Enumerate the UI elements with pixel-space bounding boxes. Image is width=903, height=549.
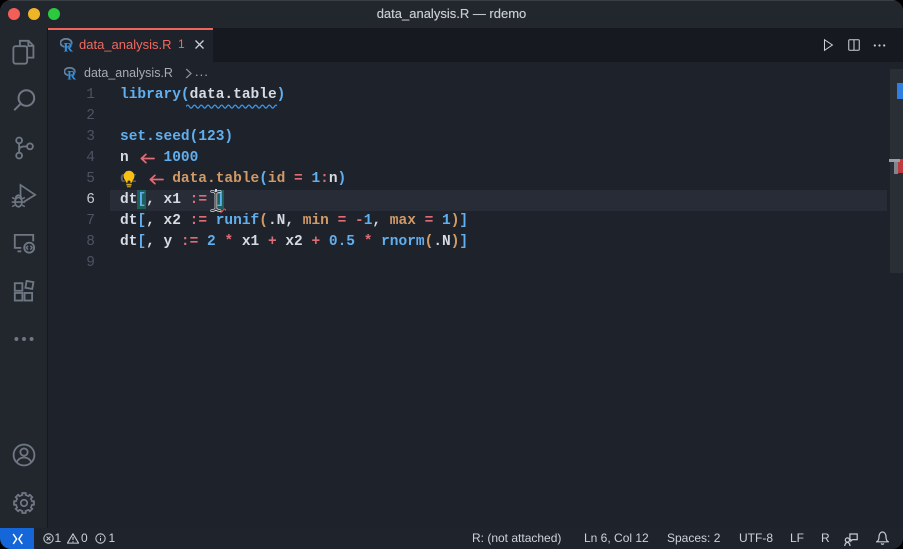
svg-text:R: R bbox=[64, 39, 74, 52]
svg-text:R: R bbox=[67, 68, 76, 80]
